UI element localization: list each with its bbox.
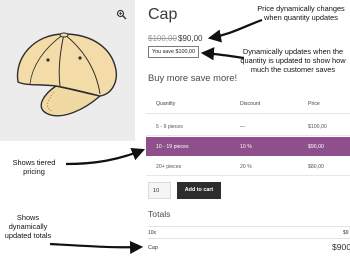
- annotation-price: Price dynamically changes when quantity …: [257, 4, 345, 22]
- table-header-row: Quantity Discount Price: [146, 95, 350, 114]
- header-quantity: Quantity: [156, 101, 176, 107]
- totals-quantity-value: $9: [343, 230, 349, 236]
- cap-illustration: [4, 24, 130, 124]
- tier-discount: 10 %: [240, 144, 252, 150]
- add-to-cart-button[interactable]: Add to cart: [177, 182, 221, 199]
- table-row[interactable]: 5 - 9 pieces — $100,00: [146, 117, 350, 136]
- totals-quantity-label: 10x: [148, 230, 157, 236]
- divider: [148, 226, 350, 227]
- header-price: Price: [308, 101, 320, 107]
- totals-heading: Totals: [148, 209, 171, 219]
- tier-price: $80,00: [308, 164, 324, 170]
- magnifier-icon[interactable]: [116, 9, 127, 20]
- header-discount: Discount: [240, 101, 261, 107]
- arrow-tiers: [65, 147, 146, 166]
- tier-section-heading: Buy more save more!: [148, 72, 238, 83]
- tier-price: $100,00: [308, 124, 327, 130]
- tier-discount: 20 %: [240, 164, 252, 170]
- annotation-totals: Shows dynamically updated totals: [4, 213, 52, 240]
- tier-quantity: 20+ pieces: [156, 164, 182, 170]
- product-title: Cap: [148, 6, 178, 23]
- arrow-totals: [49, 240, 144, 255]
- totals-item-price: $900: [332, 242, 350, 252]
- tier-price: $90,00: [308, 144, 324, 150]
- tier-quantity: 10 - 19 pieces: [156, 144, 189, 150]
- tier-discount: —: [240, 124, 246, 130]
- annotation-tiers: Shows tiered pricing: [12, 158, 56, 176]
- current-price: $90,00: [178, 34, 203, 43]
- original-price: $100,00: [148, 34, 177, 43]
- arrow-price: [207, 18, 263, 43]
- savings-badge: You save $100,00: [148, 46, 199, 58]
- table-row-highlighted[interactable]: 10 - 19 pieces 10 % $90,00: [146, 137, 350, 156]
- divider: [148, 238, 350, 239]
- table-row[interactable]: 20+ pieces 20 % $80,00: [146, 157, 350, 176]
- totals-item-name: Cap: [148, 245, 158, 251]
- annotation-savings: Dynamically updates when the quantity is…: [240, 47, 346, 74]
- quantity-input[interactable]: 10: [148, 182, 171, 199]
- tier-quantity: 5 - 9 pieces: [156, 124, 183, 130]
